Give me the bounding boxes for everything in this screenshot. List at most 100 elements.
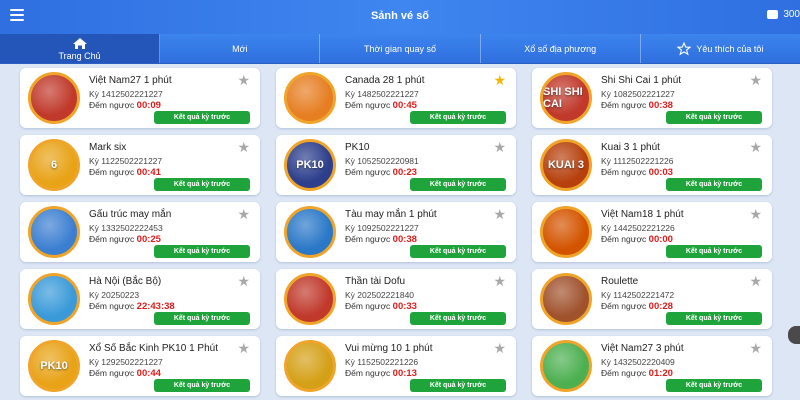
countdown-value: 00:45: [392, 100, 417, 111]
previous-results-button[interactable]: Kết quả kỳ trước: [410, 178, 506, 191]
period-label: Kỳ: [345, 290, 355, 300]
game-card[interactable]: Hà Nội (Bắc Bộ) Kỳ 20250223 Đếm ngược 22…: [20, 269, 260, 329]
countdown-label: Đếm ngược: [601, 167, 647, 177]
wallet-balance[interactable]: 300: [767, 9, 800, 20]
countdown-label: Đếm ngược: [345, 100, 391, 110]
game-name: Xổ Số Bắc Kinh PK10 1 Phút: [89, 343, 218, 354]
favorite-star-icon[interactable]: ★: [237, 207, 250, 221]
wallet-icon: [767, 10, 779, 19]
countdown-label: Đếm ngược: [601, 301, 647, 311]
game-card[interactable]: PK10 PK10 Kỳ 1052502220981 Đếm ngược 00:…: [276, 135, 516, 195]
game-period: Kỳ 1142502221472: [601, 290, 674, 300]
game-countdown: Đếm ngược 00:38: [601, 100, 673, 111]
game-logo-icon: [540, 273, 592, 325]
game-card[interactable]: Canada 28 1 phút Kỳ 1482502221227 Đếm ng…: [276, 68, 516, 128]
game-period: Kỳ 1052502220981: [345, 156, 419, 166]
tab-draw-time[interactable]: Thời gian quay số: [320, 34, 481, 63]
previous-results-button[interactable]: Kết quả kỳ trước: [410, 379, 506, 392]
game-logo-icon: [284, 340, 336, 392]
favorite-star-icon[interactable]: ★: [749, 274, 762, 288]
favorite-star-icon[interactable]: ★: [749, 341, 762, 355]
countdown-value: 00:13: [392, 368, 417, 379]
favorite-star-icon[interactable]: ★: [749, 73, 762, 87]
game-period: Kỳ 20250223: [89, 290, 139, 300]
game-name: Roulette: [601, 276, 639, 287]
countdown-value: 00:03: [648, 167, 673, 178]
period-number: 1152502221226: [357, 357, 419, 367]
previous-results-button[interactable]: Kết quả kỳ trước: [154, 379, 250, 392]
countdown-value: 00:09: [136, 100, 161, 111]
favorite-star-icon[interactable]: ★: [493, 274, 506, 288]
favorite-star-icon[interactable]: ★: [749, 207, 762, 221]
previous-results-button[interactable]: Kết quả kỳ trước: [410, 245, 506, 258]
previous-results-button[interactable]: Kết quả kỳ trước: [154, 312, 250, 325]
previous-results-button[interactable]: Kết quả kỳ trước: [410, 111, 506, 124]
game-card[interactable]: PK10 Xổ Số Bắc Kinh PK10 1 Phút Kỳ 12925…: [20, 336, 260, 396]
game-card[interactable]: Tàu may mắn 1 phút Kỳ 1092502221227 Đếm …: [276, 202, 516, 262]
favorite-star-icon[interactable]: ★: [493, 73, 506, 87]
period-number: 1142502221472: [613, 290, 675, 300]
game-countdown: Đếm ngược 00:25: [89, 234, 161, 245]
previous-results-button[interactable]: Kết quả kỳ trước: [154, 178, 250, 191]
period-number: 1092502221227: [357, 223, 419, 233]
countdown-label: Đếm ngược: [345, 234, 391, 244]
game-period: Kỳ 1112502221226: [601, 156, 674, 166]
game-card[interactable]: Roulette Kỳ 1142502221472 Đếm ngược 00:2…: [532, 269, 772, 329]
tab-favorites[interactable]: Yêu thích của tôi: [641, 34, 800, 63]
period-number: 1122502221227: [101, 156, 163, 166]
favorite-star-icon[interactable]: ★: [493, 341, 506, 355]
favorite-star-icon[interactable]: ★: [237, 341, 250, 355]
game-card[interactable]: Gấu trúc may mắn Kỳ 1332502222453 Đếm ng…: [20, 202, 260, 262]
tab-favorites-label: Yêu thích của tôi: [696, 43, 764, 54]
game-countdown: Đếm ngược 00:23: [345, 167, 417, 178]
previous-results-button[interactable]: Kết quả kỳ trước: [666, 312, 762, 325]
favorite-star-icon[interactable]: ★: [493, 140, 506, 154]
countdown-label: Đếm ngược: [345, 167, 391, 177]
game-logo-text: PK10: [296, 159, 324, 171]
balance-amount: 300: [783, 9, 800, 20]
tab-home[interactable]: Trang Chủ: [0, 34, 161, 63]
tab-new[interactable]: Mới: [160, 34, 321, 63]
game-card[interactable]: SHI SHI CAI Shi Shi Cai 1 phút Kỳ 108250…: [532, 68, 772, 128]
game-countdown: Đếm ngược 00:28: [601, 301, 673, 312]
game-logo-icon: [28, 72, 80, 124]
game-card[interactable]: 6 Mark six Kỳ 1122502221227 Đếm ngược 00…: [20, 135, 260, 195]
game-card[interactable]: KUAI 3 Kuai 3 1 phút Kỳ 1112502221226 Đế…: [532, 135, 772, 195]
game-name: Kuai 3 1 phút: [601, 142, 660, 153]
period-number: 1332502222453: [101, 223, 163, 233]
tab-local-lottery[interactable]: Xổ số địa phương: [481, 34, 641, 63]
previous-results-button[interactable]: Kết quả kỳ trước: [410, 312, 506, 325]
side-drawer-handle[interactable]: [788, 326, 800, 344]
previous-results-button[interactable]: Kết quả kỳ trước: [666, 245, 762, 258]
favorite-star-icon[interactable]: ★: [237, 274, 250, 288]
game-logo-icon: [540, 206, 592, 258]
favorite-star-icon[interactable]: ★: [237, 140, 250, 154]
previous-results-button[interactable]: Kết quả kỳ trước: [666, 379, 762, 392]
game-card[interactable]: Vui mừng 10 1 phút Kỳ 1152502221226 Đếm …: [276, 336, 516, 396]
previous-results-button[interactable]: Kết quả kỳ trước: [154, 245, 250, 258]
game-card[interactable]: Việt Nam18 1 phút Kỳ 1442502221226 Đếm n…: [532, 202, 772, 262]
period-number: 1082502221227: [613, 89, 675, 99]
countdown-value: 00:38: [648, 100, 673, 111]
countdown-label: Đếm ngược: [89, 234, 135, 244]
favorite-star-icon[interactable]: ★: [749, 140, 762, 154]
game-logo-icon: PK10: [284, 139, 336, 191]
game-card[interactable]: Việt Nam27 3 phút Kỳ 1432502220409 Đếm n…: [532, 336, 772, 396]
favorite-star-icon[interactable]: ★: [493, 207, 506, 221]
countdown-label: Đếm ngược: [89, 167, 135, 177]
period-label: Kỳ: [89, 290, 99, 300]
favorite-star-icon[interactable]: ★: [237, 73, 250, 87]
period-number: 1412502221227: [101, 89, 163, 99]
game-card[interactable]: Thần tài Dofu Kỳ 202502221840 Đếm ngược …: [276, 269, 516, 329]
game-name: Gấu trúc may mắn: [89, 209, 172, 220]
previous-results-button[interactable]: Kết quả kỳ trước: [154, 111, 250, 124]
previous-results-button[interactable]: Kết quả kỳ trước: [666, 178, 762, 191]
game-card[interactable]: Việt Nam27 1 phút Kỳ 1412502221227 Đếm n…: [20, 68, 260, 128]
page-title: Sảnh vé số: [370, 10, 430, 22]
period-label: Kỳ: [345, 357, 355, 367]
game-period: Kỳ 1482502221227: [345, 89, 419, 99]
previous-results-button[interactable]: Kết quả kỳ trước: [666, 111, 762, 124]
period-label: Kỳ: [601, 89, 611, 99]
countdown-value: 01:20: [648, 368, 673, 379]
game-period: Kỳ 1122502221227: [89, 156, 162, 166]
